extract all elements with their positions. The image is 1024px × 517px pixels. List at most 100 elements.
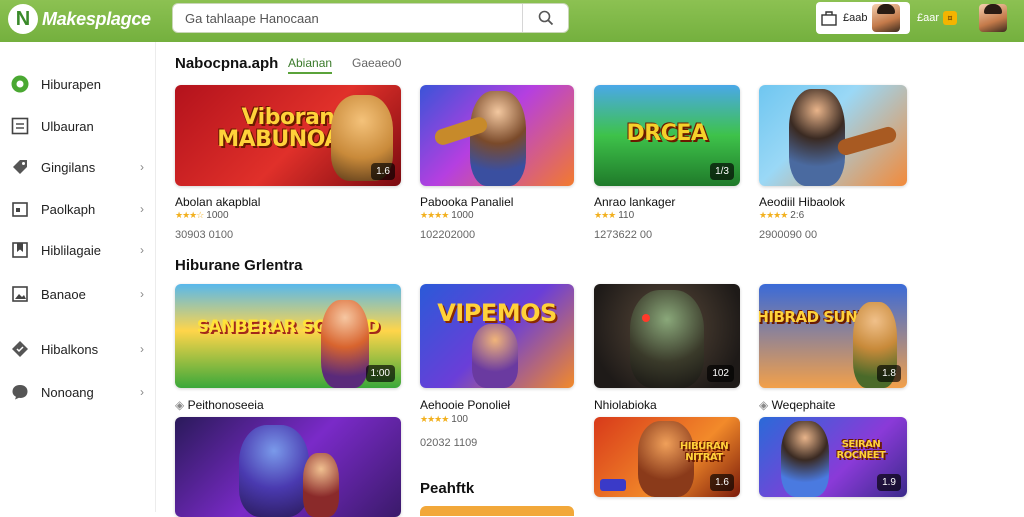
card-badge: 1.8 [877,365,901,382]
sidebar: Hiburapen Ulbauran Gingilans › Paolkaph … [0,42,156,512]
account-label: £aab [843,12,868,24]
game-meta: 02032 1109 [420,437,478,449]
game-card[interactable]: Viboran MABUNOAN 1.6 [175,85,401,186]
card-character [472,324,518,388]
game-card[interactable]: SANBERAR SORBUD 1:00 [175,284,401,388]
sidebar-label: Ulbauran [41,118,94,134]
card-art-title: VIPEMOS [437,298,557,327]
list-icon [10,116,30,136]
game-meta: 30903 0100 [175,229,234,241]
app-logo[interactable]: N Makesplagce [8,4,151,34]
sidebar-item-4[interactable]: Hiblilagaie › [10,238,150,262]
sidebar-item-1[interactable]: Ulbauran [10,114,150,138]
sidebar-item-6[interactable]: Hibalkons › [10,337,150,361]
search-icon [538,10,553,26]
star-rating-icon: ★★★ [594,210,616,220]
account-box[interactable]: £aab [816,2,910,34]
star-rating-icon: ★★★☆ [175,210,204,220]
game-title[interactable]: Pabooka Panaliel [420,195,513,209]
cart-icon [821,11,837,26]
game-card[interactable]: 102 [594,284,740,388]
chevron-right-icon: › [140,385,144,399]
game-title[interactable]: Aeodiil Hibaolok [759,195,845,209]
small-tag-icon: ◈ [759,398,772,412]
card-character [321,300,369,388]
section-title-featured: Nabocpna.aph [175,55,279,72]
image-icon [10,284,30,304]
glowing-eye-icon [642,314,650,322]
sidebar-item-0[interactable]: Hiburapen [10,72,150,96]
sidebar-label: Hiburapen [41,76,101,92]
star-rating-icon: ★★★★ [759,210,788,220]
game-card-partial[interactable] [420,506,574,516]
profile-avatar[interactable] [979,4,1008,32]
game-card[interactable]: VIPEMOS [420,284,574,388]
chevron-right-icon: › [140,202,144,216]
sidebar-label: Hiblilagaie [41,242,101,258]
card-art-title: DRCEA [626,121,708,147]
game-card[interactable]: HIBRAD SUNNS 1.8 [759,284,907,388]
game-rating: ★★★★ 1000 [420,210,474,221]
search-button[interactable] [522,4,568,32]
chevron-right-icon: › [140,243,144,257]
bookmark-icon [10,240,30,260]
section-title-category: Hiburane Grlentra [175,257,303,274]
game-title[interactable]: ◈ Weqephaite [759,398,835,412]
game-card[interactable] [175,417,401,517]
small-tag-icon: ◈ [175,398,188,412]
diamond-icon [10,339,30,359]
game-title[interactable]: Anrao lankager [594,195,675,209]
card-art-title: HIBURAN NITRAT [679,441,729,463]
app-name: Makesplagce [42,8,151,29]
sidebar-label: Gingilans [41,159,96,175]
game-title[interactable]: ◈ Peithonoseeia [175,398,264,412]
card-badge: 1.6 [710,474,734,491]
section-title-other: Peahftk [420,480,475,497]
tab-second[interactable]: Gaeaeo0 [352,56,401,70]
sidebar-label: Nonoang [41,384,94,400]
game-rating: ★★★★ 2:6 [759,210,805,221]
game-title[interactable]: Nhiolabioka [594,398,657,412]
calendar-icon [10,199,30,219]
tab-first[interactable]: Abianan [288,56,333,74]
card-badge: 1.6 [371,163,395,180]
game-rating: ★★★ 110 [594,210,635,221]
game-title[interactable]: Abolan akapblal [175,195,260,209]
sidebar-item-2[interactable]: Gingilans › [10,155,150,179]
coin-icon: ¤ [943,11,958,25]
game-title[interactable]: Aehooie Ponolieł [420,398,510,412]
game-card[interactable]: DRCEA 1/3 [594,85,740,186]
chevron-right-icon: › [140,287,144,301]
game-card[interactable] [420,85,574,186]
card-character [239,425,309,517]
logo-badge-icon: N [8,4,38,34]
game-meta: 2900090 00 [759,229,818,241]
chat-icon [10,382,30,402]
star-rating-icon: ★★★★ [420,210,449,220]
card-character [303,453,339,517]
game-meta: 1273622 00 [594,229,653,241]
game-card[interactable] [759,85,907,186]
card-badge: 1.9 [877,474,901,491]
sidebar-label: Hibalkons [41,341,99,357]
game-meta: 102202000 [420,229,476,241]
profile-label: £aar [917,12,940,24]
card-character [470,91,526,186]
game-rating: ★★★☆ 1000 [175,210,229,221]
card-art-title: SEIRAN ROCNEET [836,439,886,462]
chevron-right-icon: › [140,160,144,174]
search-input[interactable] [173,4,522,32]
platform-icon [600,479,626,491]
top-header: N Makesplagce £aab £aar ¤ [0,0,1024,42]
sidebar-item-3[interactable]: Paolkaph › [10,197,150,221]
sidebar-label: Banaoe [41,286,86,302]
game-card[interactable]: HIBURAN NITRAT 1.6 [594,417,740,497]
profile-box[interactable]: £aar ¤ [915,2,1015,34]
sidebar-item-5[interactable]: Banaoe › [10,282,150,306]
search-bar [172,3,569,33]
star-rating-icon: ★★★★ [420,414,449,424]
game-card[interactable]: SEIRAN ROCNEET 1.9 [759,417,907,497]
card-character [630,290,704,388]
sidebar-item-7[interactable]: Nonoang › [10,380,150,404]
user-avatar[interactable] [872,4,901,32]
